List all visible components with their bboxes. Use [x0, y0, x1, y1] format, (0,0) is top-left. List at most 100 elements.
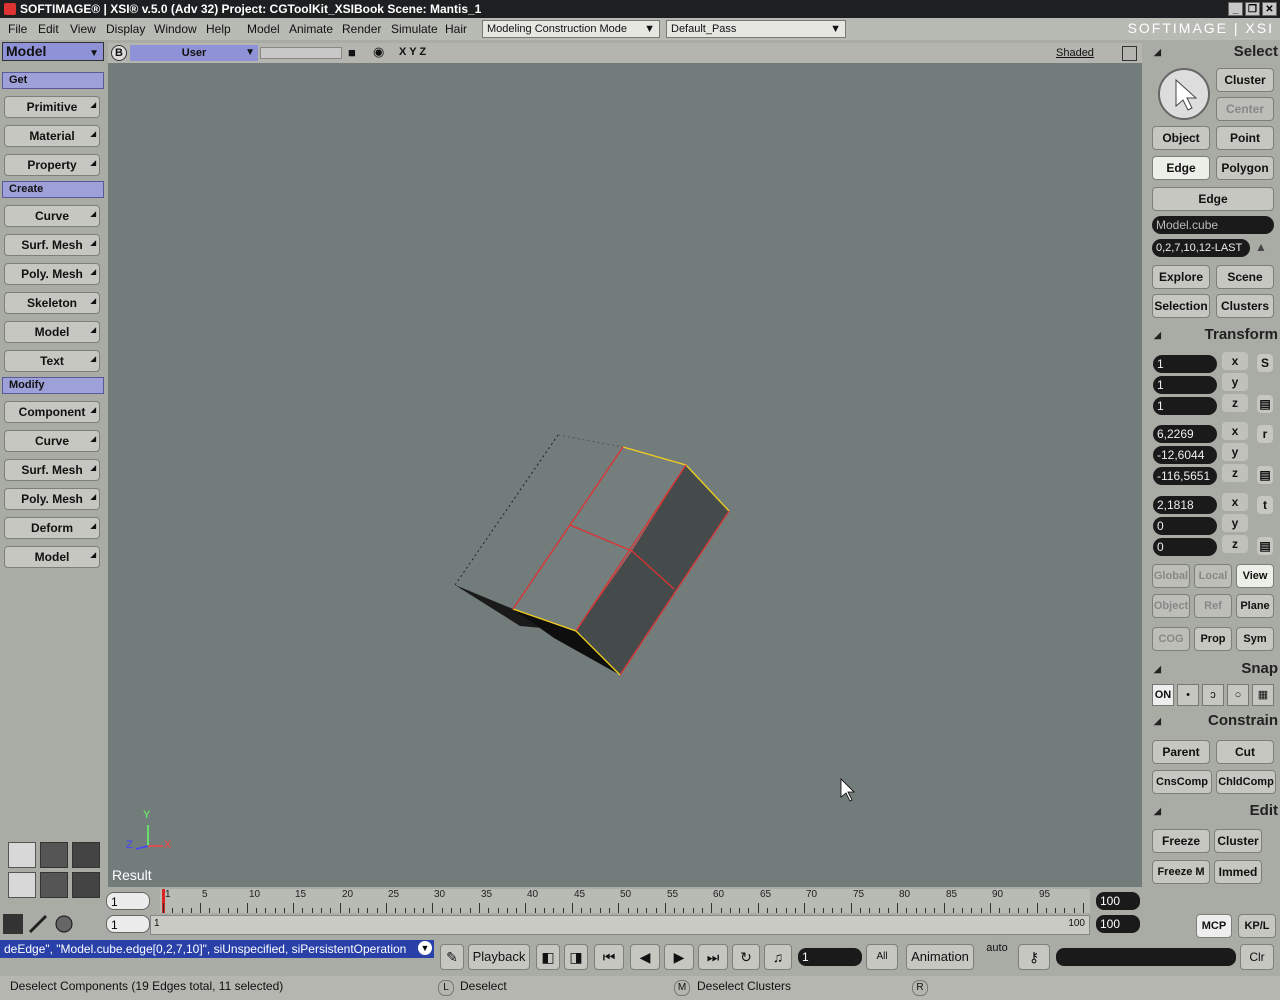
cnscomp-button[interactable]: CnsComp — [1152, 770, 1212, 794]
viewport-3d[interactable]: Y X Z Result — [108, 63, 1142, 887]
translate-z-field[interactable]: 0 — [1153, 538, 1217, 556]
layout-explorer-icon[interactable] — [8, 872, 36, 898]
select-point-button[interactable]: Point — [1216, 126, 1274, 150]
create-poly-mesh-button[interactable]: Poly. Mesh — [4, 263, 100, 285]
ref-global-button[interactable]: Global — [1152, 564, 1190, 588]
create-text-button[interactable]: Text — [4, 350, 100, 372]
explore-button[interactable]: Explore — [1152, 265, 1210, 289]
menu-display[interactable]: Display — [106, 22, 145, 36]
get-material-button[interactable]: Material — [4, 125, 100, 147]
modify-surf-mesh-button[interactable]: Surf. Mesh — [4, 459, 100, 481]
layout-horizontal-icon[interactable] — [72, 872, 100, 898]
create-surf-mesh-button[interactable]: Surf. Mesh — [4, 234, 100, 256]
chevron-down-icon[interactable]: ▼ — [418, 941, 432, 955]
audio-icon[interactable]: ♫ — [764, 944, 792, 970]
scale-z-axis[interactable]: z — [1222, 394, 1248, 412]
snap-panel-header[interactable]: Snap — [1150, 660, 1278, 680]
scale-lock-icon[interactable]: ▤ — [1257, 395, 1273, 413]
selection-name-field[interactable]: Model.cube — [1152, 216, 1274, 234]
rotate-lock-icon[interactable]: ▤ — [1257, 466, 1273, 484]
edit-cluster-button[interactable]: Cluster — [1214, 829, 1262, 853]
scale-y-axis[interactable]: y — [1222, 373, 1248, 391]
snap-surface-icon[interactable]: ○ — [1227, 684, 1249, 706]
section-modify[interactable]: Modify — [2, 377, 104, 394]
range-slider[interactable]: 1 100 — [150, 915, 1090, 935]
section-create[interactable]: Create — [2, 181, 104, 198]
camera-icon[interactable]: ■ — [348, 45, 356, 60]
rotate-y-field[interactable]: -12,6044 — [1153, 446, 1217, 464]
layout-split-icon[interactable] — [40, 842, 68, 868]
constrain-panel-header[interactable]: Constrain — [1150, 712, 1278, 732]
module-model[interactable]: Model — [247, 22, 280, 36]
translate-x-axis[interactable]: x — [1222, 493, 1248, 511]
ref-ref-button[interactable]: Ref — [1194, 594, 1232, 618]
menu-window[interactable]: Window — [154, 22, 197, 36]
brush-tool-icon[interactable] — [28, 914, 48, 934]
select-edge-button[interactable]: Edge — [1152, 156, 1210, 180]
translate-lock-icon[interactable]: ▤ — [1257, 537, 1273, 555]
prev-key-icon[interactable]: ◧ — [536, 944, 560, 970]
loop-icon[interactable]: ↻ — [732, 944, 760, 970]
last-frame-icon[interactable]: ⏭ — [698, 944, 728, 970]
snap-grid-icon[interactable]: ▦ — [1252, 684, 1274, 706]
module-selector[interactable]: Model ▼ — [2, 42, 104, 61]
edge-filter-button[interactable]: Edge — [1152, 187, 1274, 211]
selection-button[interactable]: Selection — [1152, 294, 1210, 318]
section-get[interactable]: Get — [2, 72, 104, 89]
translate-x-field[interactable]: 2,1818 — [1153, 496, 1217, 514]
clusters-button[interactable]: Clusters — [1216, 294, 1274, 318]
scale-y-field[interactable]: 1 — [1153, 376, 1217, 394]
pass-dropdown[interactable]: Default_Pass ▼ — [666, 20, 846, 38]
menu-help[interactable]: Help — [206, 22, 231, 36]
select-cluster-button[interactable]: Cluster — [1216, 68, 1274, 92]
select-tool-button[interactable] — [1158, 68, 1210, 120]
scale-mode-button[interactable]: S — [1257, 354, 1273, 372]
modify-deform-button[interactable]: Deform — [4, 517, 100, 539]
kpl-button[interactable]: KP/L — [1238, 914, 1276, 938]
get-primitive-button[interactable]: Primitive — [4, 96, 100, 118]
modify-model-button[interactable]: Model — [4, 546, 100, 568]
parent-button[interactable]: Parent — [1152, 740, 1210, 764]
restore-button[interactable]: ❐ — [1245, 2, 1260, 16]
rotate-mode-button[interactable]: r — [1257, 425, 1273, 443]
clear-button[interactable]: Clr — [1240, 944, 1274, 970]
ref-plane-button[interactable]: Plane — [1236, 594, 1274, 618]
translate-mode-button[interactable]: t — [1257, 496, 1273, 514]
maximize-viewport-icon[interactable] — [1122, 46, 1137, 61]
create-curve-button[interactable]: Curve — [4, 205, 100, 227]
create-skeleton-button[interactable]: Skeleton — [4, 292, 100, 314]
transform-panel-header[interactable]: Transform — [1150, 326, 1278, 346]
layout-quad-icon[interactable] — [72, 842, 100, 868]
palette-icon[interactable] — [54, 914, 74, 934]
freeze-m-button[interactable]: Freeze M — [1152, 860, 1210, 884]
scale-z-field[interactable]: 1 — [1153, 397, 1217, 415]
select-panel-header[interactable]: Select — [1150, 43, 1278, 63]
memo-cams[interactable] — [260, 47, 342, 59]
close-button[interactable]: ✕ — [1262, 2, 1277, 16]
layout-stacked-icon[interactable] — [8, 842, 36, 868]
cut-button[interactable]: Cut — [1216, 740, 1274, 764]
eye-icon[interactable]: ◉ — [373, 44, 384, 60]
freeze-button[interactable]: Freeze — [1152, 829, 1210, 853]
cog-button[interactable]: COG — [1152, 627, 1190, 651]
snap-curve-icon[interactable]: ↄ — [1202, 684, 1224, 706]
prop-button[interactable]: Prop — [1194, 627, 1232, 651]
create-model-button[interactable]: Model — [4, 321, 100, 343]
play-forward-icon[interactable]: ▶ — [664, 944, 694, 970]
module-simulate[interactable]: Simulate — [391, 22, 438, 36]
mcp-button[interactable]: MCP — [1196, 914, 1232, 938]
modify-component-button[interactable]: Component — [4, 401, 100, 423]
modify-curve-button[interactable]: Curve — [4, 430, 100, 452]
key-icon[interactable]: ⚷ — [1018, 944, 1050, 970]
key-field[interactable] — [1056, 948, 1236, 966]
rotate-z-field[interactable]: -116,5651 — [1153, 467, 1217, 485]
menu-view[interactable]: View — [70, 22, 96, 36]
menu-file[interactable]: File — [8, 22, 27, 36]
select-object-button[interactable]: Object — [1152, 126, 1210, 150]
timeline-start-field[interactable]: 1 — [106, 892, 150, 910]
construction-mode-dropdown[interactable]: Modeling Construction Mode ▼ — [482, 20, 660, 38]
all-button[interactable]: All — [866, 944, 898, 970]
frame-field[interactable]: 1 — [798, 948, 862, 966]
ref-view-button[interactable]: View — [1236, 564, 1274, 588]
immed-button[interactable]: Immed — [1214, 860, 1262, 884]
